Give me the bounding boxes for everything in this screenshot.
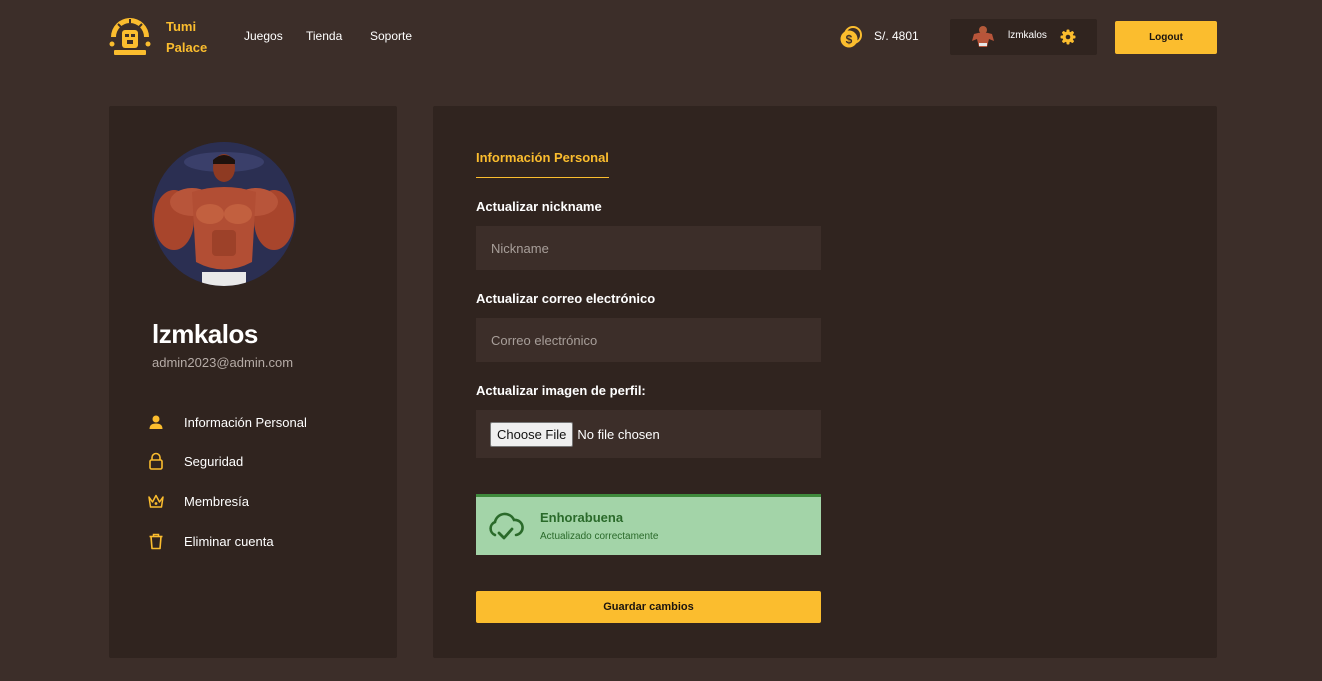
- nav-tienda[interactable]: Tienda: [306, 29, 342, 43]
- balance: S/. 4801: [874, 29, 919, 43]
- trash-icon: [149, 533, 163, 550]
- crown-icon: [148, 494, 164, 508]
- cloud-check-icon: [489, 512, 524, 540]
- file-status: No file chosen: [577, 426, 660, 442]
- nickname-input[interactable]: [476, 226, 821, 270]
- alert-message: Actualizado correctamente: [540, 531, 659, 542]
- email-input[interactable]: [476, 318, 821, 362]
- profile-photo: [152, 142, 296, 286]
- profile-email: admin2023@admin.com: [152, 355, 294, 370]
- logout-button[interactable]: Logout: [1115, 21, 1217, 54]
- gear-icon[interactable]: [1060, 29, 1076, 45]
- nav-juegos[interactable]: Juegos: [244, 29, 283, 43]
- email-label: Actualizar correo electrónico: [476, 291, 656, 306]
- menu-label: Membresía: [184, 493, 250, 509]
- lock-icon: [149, 452, 163, 470]
- nav-soporte[interactable]: Soporte: [370, 29, 412, 43]
- file-upload: Choose File No file chosen: [476, 410, 821, 458]
- menu-label: Eliminar cuenta: [184, 533, 274, 549]
- save-button[interactable]: Guardar cambios: [476, 591, 821, 623]
- menu-item-seguridad[interactable]: Seguridad: [147, 450, 377, 472]
- alert-title: Enhorabuena: [540, 510, 624, 525]
- choose-file-button[interactable]: Choose File: [490, 421, 574, 447]
- menu-item-eliminar-cuenta[interactable]: Eliminar cuenta: [147, 530, 377, 552]
- header-username: lzmkalos: [1008, 30, 1047, 41]
- brand-line-1: Tumi: [166, 19, 197, 34]
- user-avatar: [972, 26, 994, 47]
- profile-card: lzmkalos admin2023@admin.com Información…: [109, 106, 397, 658]
- user-menu[interactable]: lzmkalos: [950, 19, 1097, 55]
- success-alert: Enhorabuena Actualizado correctamente: [476, 494, 821, 555]
- tab-informacion-personal[interactable]: Información Personal: [476, 150, 609, 178]
- sun-mask-logo-icon[interactable]: [108, 16, 152, 58]
- coin-icon: $: [840, 26, 862, 48]
- menu-item-membresia[interactable]: Membresía: [147, 490, 377, 512]
- brand-line-2: Palace: [166, 40, 208, 55]
- profile-image-label: Actualizar imagen de perfil:: [476, 383, 646, 398]
- menu-label: Información Personal: [184, 414, 307, 430]
- menu-label: Seguridad: [184, 453, 244, 469]
- menu-item-informacion-personal[interactable]: Información Personal: [147, 411, 377, 433]
- profile-name: lzmkalos: [152, 319, 258, 349]
- nickname-label: Actualizar nickname: [476, 199, 602, 214]
- bodybuilder-photo-image: [152, 142, 296, 286]
- user-icon: [149, 415, 163, 429]
- brand-name[interactable]: Tumi Palace: [166, 16, 207, 58]
- svg-text:$: $: [846, 33, 853, 47]
- settings-card: Información Personal Actualizar nickname…: [433, 106, 1217, 658]
